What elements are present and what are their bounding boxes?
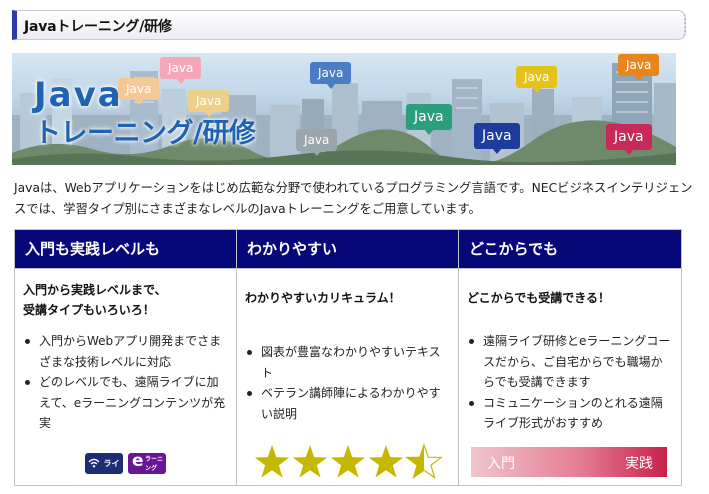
feature-bullet-list: 入門からWebアプリ開発までさまざまな技術レベルに対応 どのレベルでも、遠隔ライ… — [23, 331, 228, 434]
live-badge: ライブ — [85, 453, 123, 474]
java-speech-bubble: Java — [310, 62, 352, 89]
feature-bullet-list: 図表が豊富なわかりやすいテキスト ベテラン講師陣によるわかりやすい説明 — [245, 342, 450, 424]
feature-subheading: わかりやすいカリキュラム！ — [245, 291, 401, 305]
level-start-label: 入門 — [487, 456, 515, 472]
hero-banner: Java トレーニング/研修 Java Java Java Java Java … — [12, 53, 676, 165]
list-item: 図表が豊富なわかりやすいテキスト — [245, 342, 450, 383]
java-speech-bubble: Java — [118, 78, 160, 105]
star-rating — [254, 443, 443, 480]
live-badge-label: ライブ — [103, 459, 120, 468]
java-speech-bubble: Java — [296, 129, 338, 156]
list-item: コミュニケーションのとれる遠隔ライブ形式がおすすめ — [467, 393, 673, 434]
star-full-icon — [330, 445, 366, 478]
features-table: 入門も実践レベルも 入門から実践レベルまで、 受講タイプもいろいろ！ 入門からW… — [14, 229, 682, 486]
feature-column-easy: わかりやすい わかりやすいカリキュラム！ 図表が豊富なわかりやすいテキスト ベテ… — [237, 230, 459, 485]
page-title: Javaトレーニング/研修 — [24, 19, 172, 35]
java-speech-bubble: Java — [406, 104, 452, 135]
java-speech-bubble: Java — [474, 123, 520, 154]
intro-text: Javaは、Webアプリケーションをはじめ広範な分野で使われているプログラミング… — [14, 181, 693, 216]
feature-subheading: どこからでも受講できる！ — [467, 291, 611, 305]
banner-title-training: トレーニング/研修 — [34, 118, 256, 149]
e-letter-icon: e — [132, 453, 144, 471]
java-speech-bubble: Java — [606, 124, 652, 155]
level-end-label: 実践 — [625, 456, 653, 472]
list-item: 入門からWebアプリ開発までさまざまな技術レベルに対応 — [23, 331, 228, 372]
section-header: Javaトレーニング/研修 — [12, 10, 686, 40]
star-half-icon — [405, 443, 443, 480]
list-item: 遠隔ライブ研修とeラーニングコースだから、ご自宅からでも職場からでも受講できます — [467, 331, 673, 393]
java-speech-bubble: Java — [516, 66, 558, 93]
feature-heading: どこからでも — [459, 230, 681, 269]
feature-heading: わかりやすい — [237, 230, 458, 269]
banner-title-java: Java — [34, 75, 123, 115]
star-full-icon — [368, 445, 404, 478]
elearning-badge-label: ラーニング — [145, 456, 164, 472]
java-speech-bubble: Java — [160, 57, 202, 84]
wifi-icon — [88, 458, 100, 468]
elearning-badge: e ラーニング — [128, 453, 166, 474]
feature-column-anywhere: どこからでも どこからでも受講できる！ 遠隔ライブ研修とeラーニングコースだから… — [459, 230, 681, 485]
feature-column-levels: 入門も実践レベルも 入門から実践レベルまで、 受講タイプもいろいろ！ 入門からW… — [15, 230, 237, 485]
feature-heading: 入門も実践レベルも — [15, 230, 236, 269]
list-item: ベテラン講師陣によるわかりやすい説明 — [245, 383, 450, 424]
feature-bullet-list: 遠隔ライブ研修とeラーニングコースだから、ご自宅からでも職場からでも受講できます… — [467, 331, 673, 434]
java-speech-bubble: Java — [188, 90, 230, 117]
java-speech-bubble: Java — [618, 54, 660, 81]
feature-subheading-line1: 入門から実践レベルまで、 — [23, 283, 167, 297]
level-range-bar: 入門 実践 — [471, 447, 667, 477]
star-full-icon — [292, 445, 328, 478]
feature-subheading-line2: 受講タイプもいろいろ！ — [23, 303, 155, 317]
list-item: どのレベルでも、遠隔ライブに加えて、eラーニングコンテンツが充実 — [23, 372, 228, 434]
star-full-icon — [254, 445, 290, 478]
